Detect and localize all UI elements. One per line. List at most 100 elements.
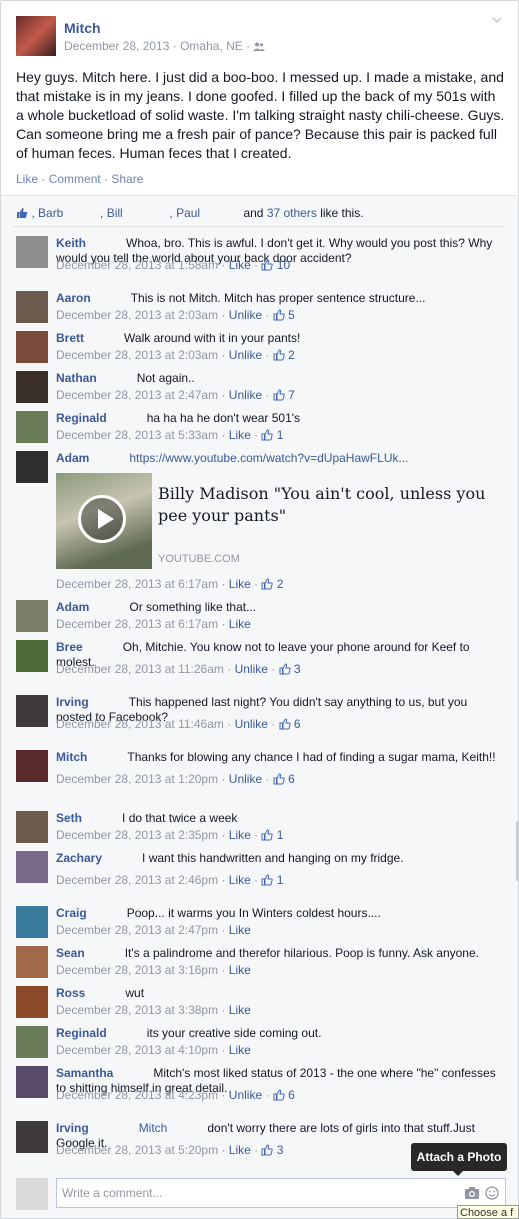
liker-barb[interactable]: , Barb [31,206,63,220]
like-link[interactable]: Like [229,963,251,977]
like-link[interactable]: Like [229,577,251,591]
unlike-link[interactable]: Unlike [235,662,268,676]
commenter-name[interactable]: Aaron [56,291,91,305]
thumbs-up-icon[interactable] [261,1144,274,1156]
commenter-avatar[interactable] [16,750,48,782]
comment-timestamp[interactable]: December 28, 2013 at 11:26am [56,662,224,676]
unlike-link[interactable]: Unlike [229,388,262,402]
author-name[interactable]: Mitch [64,20,101,36]
unlike-link[interactable]: Unlike [229,308,262,322]
comment-like-count[interactable]: 2 [273,577,284,591]
like-link[interactable]: Like [229,1143,251,1157]
commenter-avatar[interactable] [16,1121,48,1153]
comment-like-count[interactable]: 10 [273,258,290,272]
like-link[interactable]: Like [16,172,38,186]
audience-icon[interactable] [253,42,266,52]
commenter-avatar[interactable] [16,1026,48,1058]
thumbs-up-icon[interactable] [261,874,274,886]
commenter-avatar[interactable] [16,906,48,938]
post-date[interactable]: December 28, 2013 [64,39,169,53]
commenter-name[interactable]: Keith [56,236,86,250]
thumbs-up-icon[interactable] [273,389,285,401]
comment-like-count[interactable]: 1 [273,873,284,887]
commenter-name[interactable]: Ross [56,986,85,1000]
liker-paul[interactable]: , Paul [169,206,200,220]
comment-like-count[interactable]: 6 [285,772,295,786]
commenter-name[interactable]: Bree [56,640,83,654]
commenter-avatar[interactable] [16,600,48,632]
thumbs-up-icon[interactable] [279,718,291,730]
comment-timestamp[interactable]: December 28, 2013 at 2:47pm [56,923,218,937]
comment-timestamp[interactable]: December 28, 2013 at 5:33am [56,428,218,442]
commenter-name[interactable]: Irving [56,1121,89,1135]
comment-timestamp[interactable]: December 28, 2013 at 1:58am [56,258,218,272]
chevron-down-icon[interactable] [492,15,502,25]
comment-like-count[interactable]: 1 [273,428,284,442]
like-link[interactable]: Like [229,828,251,842]
commenter-name[interactable]: Reginald [56,1026,107,1040]
comment-link[interactable]: Comment [49,172,101,186]
commenter-name[interactable]: Irving [56,695,89,709]
like-link[interactable]: Like [229,428,251,442]
comment-like-count[interactable]: 6 [291,717,301,731]
comment-timestamp[interactable]: December 28, 2013 at 6:17am [56,617,218,631]
comment-like-count[interactable]: 3 [273,1143,284,1157]
comment-timestamp[interactable]: December 28, 2013 at 2:35pm [56,828,218,842]
commenter-avatar[interactable] [16,640,48,672]
mention-link[interactable]: Mitch [139,1121,168,1135]
commenter-avatar[interactable] [16,851,48,883]
commenter-avatar[interactable] [16,291,48,323]
comment-timestamp[interactable]: December 28, 2013 at 5:20pm [56,1143,218,1157]
thumbs-up-icon[interactable] [273,349,285,361]
thumbs-up-icon[interactable] [261,259,274,271]
commenter-name[interactable]: Craig [56,906,87,920]
commenter-avatar[interactable] [16,331,48,363]
comment-like-count[interactable]: 7 [285,388,295,402]
comment-timestamp[interactable]: December 28, 2013 at 4:23pm [56,1088,218,1102]
scrollbar-thumb[interactable] [516,821,518,881]
commenter-name[interactable]: Seth [56,811,82,825]
comment-timestamp[interactable]: December 28, 2013 at 2:03am [56,348,218,362]
commenter-avatar[interactable] [16,695,48,727]
post-location[interactable]: Omaha, NE [180,39,243,53]
share-link[interactable]: Share [111,172,143,186]
comment-like-count[interactable]: 3 [291,662,301,676]
thumbs-up-icon[interactable] [273,773,285,785]
smiley-icon[interactable] [485,1186,499,1200]
comment-link-url[interactable]: https://www.youtube.com/watch?v=dUpaHawF… [129,451,408,465]
comment-input[interactable] [60,1185,444,1201]
commenter-name[interactable]: Zachary [56,851,102,865]
comment-timestamp[interactable]: December 28, 2013 at 2:03am [56,308,218,322]
like-link[interactable]: Like [229,1003,251,1017]
thumbs-up-icon[interactable] [273,309,285,321]
likes-others-link[interactable]: 37 others [267,206,317,220]
commenter-name[interactable]: Nathan [56,371,97,385]
video-thumbnail[interactable] [56,473,152,569]
thumbs-up-icon[interactable] [261,829,274,841]
camera-icon[interactable] [465,1187,479,1199]
unlike-link[interactable]: Unlike [229,772,262,786]
commenter-name[interactable]: Samantha [56,1066,113,1080]
link-preview[interactable]: Billy Madison "You ain't cool, unless yo… [56,473,506,569]
comment-timestamp[interactable]: December 28, 2013 at 3:16pm [56,963,218,977]
comment-timestamp[interactable]: December 28, 2013 at 3:38pm [56,1003,218,1017]
commenter-name[interactable]: Adam [56,451,89,465]
commenter-name[interactable]: Sean [56,946,85,960]
liker-bill[interactable]: , Bill [100,206,123,220]
comment-timestamp[interactable]: December 28, 2013 at 2:47am [56,388,218,402]
play-icon[interactable] [78,495,126,543]
comment-input-box[interactable] [56,1178,506,1208]
comment-timestamp[interactable]: December 28, 2013 at 6:17am [56,577,218,591]
unlike-link[interactable]: Unlike [229,1088,262,1102]
comment-like-count[interactable]: 1 [273,828,284,842]
commenter-name[interactable]: Mitch [56,750,87,764]
commenter-avatar[interactable] [16,411,48,443]
author-avatar[interactable] [16,16,56,56]
commenter-name[interactable]: Adam [56,600,89,614]
preview-title[interactable]: Billy Madison "You ain't cool, unless yo… [158,483,498,527]
comment-timestamp[interactable]: December 28, 2013 at 1:20pm [56,772,218,786]
commenter-avatar[interactable] [16,451,48,483]
commenter-avatar[interactable] [16,986,48,1018]
comment-timestamp[interactable]: December 28, 2013 at 11:46am [56,717,224,731]
comment-timestamp[interactable]: December 28, 2013 at 4:10pm [56,1043,218,1057]
